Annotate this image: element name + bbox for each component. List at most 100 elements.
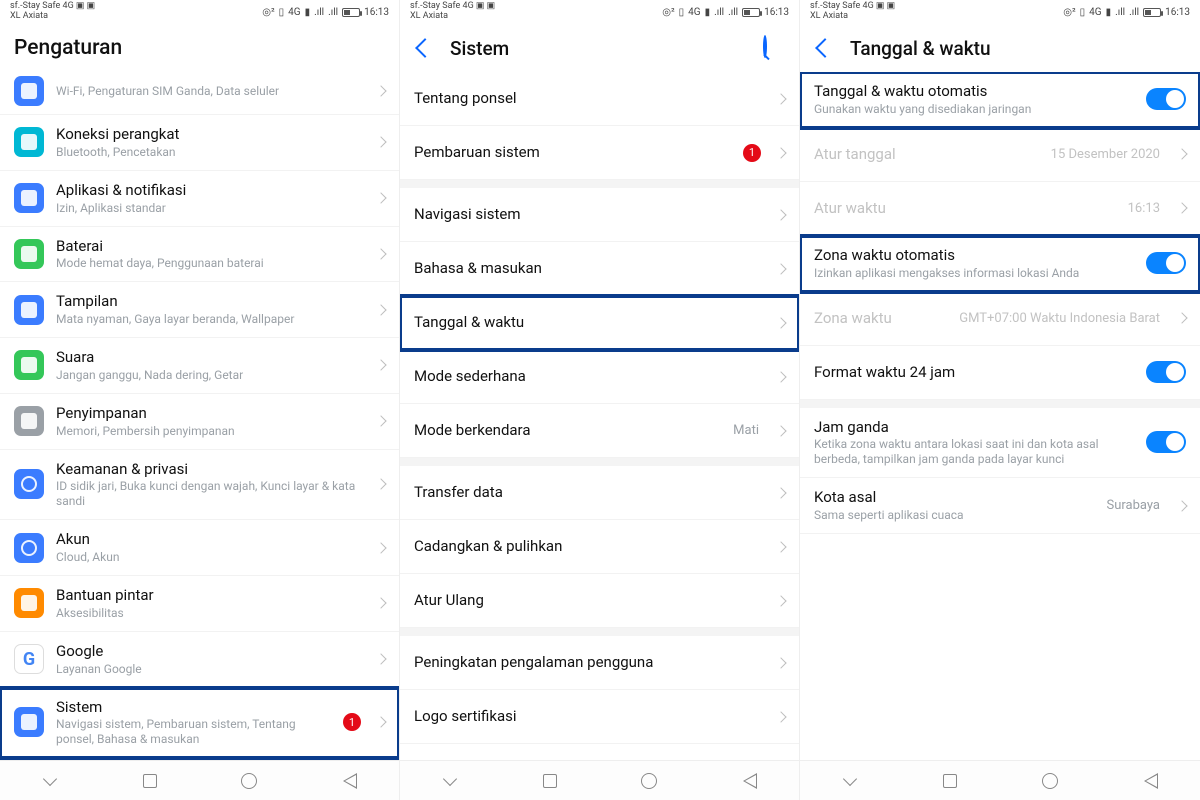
row-wireless[interactable]: Wi-Fi, Pengaturan SIM Ganda, Data selule… — [0, 72, 399, 115]
row-google[interactable]: G GoogleLayanan Google — [0, 632, 399, 688]
account-icon — [14, 533, 44, 563]
carrier-sub: XL Axiata — [10, 11, 48, 21]
row-dual-clock[interactable]: Jam gandaKetika zona waktu antara lokasi… — [800, 408, 1200, 479]
nav-down-button[interactable] — [839, 770, 861, 792]
chevron-right-icon — [1176, 149, 1187, 160]
apps-icon — [14, 183, 44, 213]
display-icon — [14, 295, 44, 325]
settings-list: Wi-Fi, Pengaturan SIM Ganda, Data selule… — [0, 72, 399, 760]
row-system-nav[interactable]: Navigasi sistem — [400, 188, 799, 242]
row-set-date: Atur tanggal 15 Desember 2020 — [800, 128, 1200, 182]
chevron-right-icon — [375, 304, 386, 315]
row-system-update[interactable]: Pembaruan sistem 1 — [400, 126, 799, 180]
row-transfer-data[interactable]: Transfer data — [400, 466, 799, 520]
toggle-on[interactable] — [1146, 88, 1186, 110]
nav-back-button[interactable] — [1139, 770, 1161, 792]
page-title: Pengaturan — [14, 36, 122, 60]
nav-back-button[interactable] — [338, 770, 360, 792]
screen-date-time: sf.-Stay Safe 4G ▣ ▣XL Axiata ◎²▯4G▮.ıll… — [800, 0, 1200, 800]
row-apps[interactable]: Aplikasi & notifikasiIzin, Aplikasi stan… — [0, 171, 399, 227]
search-button[interactable] — [763, 37, 785, 59]
chevron-right-icon — [775, 317, 786, 328]
row-system[interactable]: SistemNavigasi sistem, Pembaruan sistem,… — [0, 688, 399, 759]
row-home-city[interactable]: Kota asalSama seperti aplikasi cuaca Sur… — [800, 478, 1200, 534]
row-value: 15 Desember 2020 — [1051, 147, 1160, 162]
wifi-icon — [14, 76, 44, 106]
nav-recent-button[interactable] — [939, 770, 961, 792]
row-backup-restore[interactable]: Cadangkan & pulihkan — [400, 520, 799, 574]
chevron-right-icon — [375, 137, 386, 148]
row-smart-assist[interactable]: Bantuan pintarAksesibilitas — [0, 576, 399, 632]
row-simple-mode[interactable]: Mode sederhana — [400, 350, 799, 404]
section-divider — [400, 180, 799, 188]
chevron-right-icon — [775, 657, 786, 668]
row-display[interactable]: TampilanMata nyaman, Gaya layar beranda,… — [0, 282, 399, 338]
screen-system: sf.-Stay Safe 4G ▣ ▣XL Axiata ◎²▯4G▮.ıll… — [400, 0, 800, 800]
row-storage[interactable]: PenyimpananMemori, Pembersih penyimpanan — [0, 394, 399, 450]
chevron-right-icon — [775, 425, 786, 436]
nav-home-button[interactable] — [1039, 770, 1061, 792]
screen-settings: sf.-Stay Safe 4G ▣ ▣XL Axiata ◎²▯4G▮.ıll… — [0, 0, 400, 800]
row-about-phone[interactable]: Tentang ponsel — [400, 72, 799, 126]
row-24h-format[interactable]: Format waktu 24 jam — [800, 346, 1200, 400]
chevron-right-icon — [775, 711, 786, 722]
nav-recent-button[interactable] — [139, 770, 161, 792]
nav-home-button[interactable] — [638, 770, 660, 792]
back-button[interactable] — [814, 37, 836, 59]
back-button[interactable] — [414, 37, 436, 59]
row-subtitle: Wi-Fi, Pengaturan SIM Ganda, Data selule… — [56, 84, 365, 99]
chevron-right-icon — [1176, 312, 1187, 323]
device-icon — [14, 127, 44, 157]
toggle-on[interactable] — [1146, 361, 1186, 383]
row-auto-timezone[interactable]: Zona waktu otomatisIzinkan aplikasi meng… — [800, 236, 1200, 292]
toggle-on[interactable] — [1146, 252, 1186, 274]
notification-badge: 1 — [743, 144, 761, 162]
row-timezone: Zona waktu GMT+07:00 Waktu Indonesia Bar… — [800, 292, 1200, 346]
row-driving-mode[interactable]: Mode berkendara Mati — [400, 404, 799, 458]
datetime-list: Tanggal & waktu otomatisGunakan waktu ya… — [800, 72, 1200, 760]
nav-home-button[interactable] — [238, 770, 260, 792]
row-language[interactable]: Bahasa & masukan — [400, 242, 799, 296]
row-value: Mati — [733, 423, 759, 438]
nav-bar — [400, 760, 799, 800]
chevron-right-icon — [775, 93, 786, 104]
row-cert-logo[interactable]: Logo sertifikasi — [400, 690, 799, 744]
status-bar: sf.-Stay Safe 4G ▣ ▣XL Axiata ◎²▯4G▮.ıll… — [0, 0, 399, 24]
nav-down-button[interactable] — [439, 770, 461, 792]
row-user-experience[interactable]: Peningkatan pengalaman pengguna — [400, 636, 799, 690]
chevron-right-icon — [375, 479, 386, 490]
row-auto-datetime[interactable]: Tanggal & waktu otomatisGunakan waktu ya… — [800, 72, 1200, 128]
google-icon: G — [14, 644, 44, 674]
row-date-time[interactable]: Tanggal & waktu — [400, 296, 799, 350]
row-value: 16:13 — [1128, 201, 1160, 216]
row-reset[interactable]: Atur Ulang — [400, 574, 799, 628]
nav-back-button[interactable] — [738, 770, 760, 792]
chevron-right-icon — [775, 263, 786, 274]
section-divider — [400, 458, 799, 466]
status-bar: sf.-Stay Safe 4G ▣ ▣XL Axiata ◎²▯4G▮.ıll… — [400, 0, 799, 24]
row-device-connection[interactable]: Koneksi perangkatBluetooth, Pencetakan — [0, 115, 399, 171]
row-battery[interactable]: BateraiMode hemat daya, Penggunaan bater… — [0, 227, 399, 283]
chevron-right-icon — [775, 487, 786, 498]
sound-icon — [14, 350, 44, 380]
chevron-right-icon — [375, 415, 386, 426]
nav-down-button[interactable] — [39, 770, 61, 792]
system-icon — [14, 707, 44, 737]
chevron-right-icon — [375, 542, 386, 553]
header: Tanggal & waktu — [800, 24, 1200, 72]
row-accounts[interactable]: AkunCloud, Akun — [0, 520, 399, 576]
row-security[interactable]: Keamanan & privasiID sidik jari, Buka ku… — [0, 450, 399, 521]
chevron-right-icon — [375, 598, 386, 609]
toggle-on[interactable] — [1146, 431, 1186, 453]
chevron-right-icon — [1176, 500, 1187, 511]
row-subtitle: Bluetooth, Pencetakan — [56, 145, 365, 160]
nav-recent-button[interactable] — [539, 770, 561, 792]
section-divider — [400, 628, 799, 636]
page-title: Tanggal & waktu — [850, 37, 991, 60]
row-sound[interactable]: SuaraJangan ganggu, Nada dering, Getar — [0, 338, 399, 394]
chevron-right-icon — [375, 653, 386, 664]
chevron-right-icon — [775, 371, 786, 382]
system-list: Tentang ponsel Pembaruan sistem 1 Naviga… — [400, 72, 799, 760]
search-icon — [763, 35, 767, 58]
storage-icon — [14, 406, 44, 436]
